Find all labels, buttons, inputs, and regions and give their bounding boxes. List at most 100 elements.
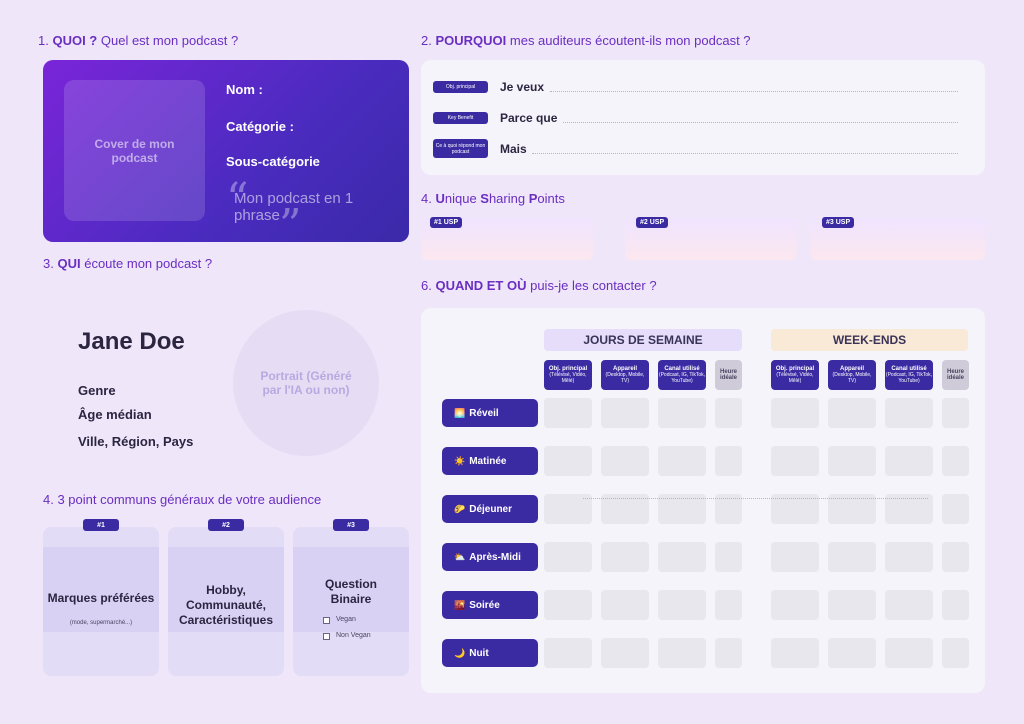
schedule-cell[interactable] <box>658 398 706 428</box>
usp-tag-2: #2 USP <box>636 217 669 228</box>
row-label-text: Matinée <box>469 455 507 467</box>
schedule-cell[interactable] <box>771 590 819 620</box>
common-point-tag-2: #2 <box>208 519 244 531</box>
schedule-cell[interactable] <box>771 638 819 668</box>
weekend-col-head-4: Heure idéale <box>942 360 969 390</box>
row-icon: ☀️ <box>454 455 466 466</box>
row-label-4: 🌇 Soirée <box>442 591 538 619</box>
schedule-cell[interactable] <box>658 590 706 620</box>
schedule-cell[interactable] <box>601 398 649 428</box>
quote-close-icon: ” <box>279 200 302 251</box>
schedule-cell[interactable] <box>942 590 969 620</box>
schedule-cell[interactable] <box>771 542 819 572</box>
common-point-title-2: Hobby, Communauté, Caractéristiques <box>178 583 274 627</box>
why-label-parce-que: Parce que <box>500 111 558 125</box>
schedule-cell[interactable] <box>771 398 819 428</box>
weekend-header: WEEK-ENDS <box>771 329 968 351</box>
col-head-sub: (Podcast, IG, TikTok, YouTube) <box>658 372 706 384</box>
schedule-cell[interactable] <box>885 446 933 476</box>
row-label-text: Nuit <box>469 647 489 659</box>
schedule-cell[interactable] <box>601 590 649 620</box>
why-label-mais: Mais <box>500 142 527 156</box>
why-line-3[interactable] <box>532 153 958 154</box>
row-icon: 🌅 <box>454 407 466 418</box>
podcast-one-liner: Mon podcast en 1 phrase <box>234 190 354 224</box>
why-line-2[interactable] <box>563 122 958 123</box>
row-icon: ⛅ <box>454 551 466 562</box>
schedule-cell[interactable] <box>828 398 876 428</box>
section-pourquoi-heading: 2. POURQUOI mes auditeurs écoutent-ils m… <box>421 33 751 48</box>
schedule-cell[interactable] <box>942 638 969 668</box>
podcast-name-label: Nom : <box>226 82 263 97</box>
schedule-cell[interactable] <box>658 542 706 572</box>
schedule-cell[interactable] <box>658 446 706 476</box>
schedule-cell[interactable] <box>658 638 706 668</box>
common-point-tag-3: #3 <box>333 519 369 531</box>
persona-location: Ville, Région, Pays <box>78 434 194 449</box>
schedule-cell[interactable] <box>828 638 876 668</box>
weekend-col-head-3: Canal utilisé (Podcast, IG, TikTok, YouTu… <box>885 360 933 390</box>
schedule-cell[interactable] <box>828 590 876 620</box>
schedule-cell[interactable] <box>942 494 969 524</box>
portrait-placeholder[interactable]: Portrait (Généré par l'IA ou non) <box>233 310 379 456</box>
schedule-cell[interactable] <box>715 542 742 572</box>
schedule-cell[interactable] <box>544 542 592 572</box>
weekday-col-head-1: Obj. principal (Télévisé, Vidéo, Mêlé) <box>544 360 592 390</box>
weekday-col-head-4: Heure idéale <box>715 360 742 390</box>
col-head-sub: (Télévisé, Vidéo, Mêlé) <box>549 372 587 384</box>
schedule-cell[interactable] <box>828 542 876 572</box>
weekend-col-head-2: Appareil (Desktop, Mobile, TV) <box>828 360 876 390</box>
schedule-cell[interactable] <box>715 446 742 476</box>
common-point-title-3: Question Binaire <box>324 577 377 606</box>
usp-tag-1: #1 USP <box>430 217 463 228</box>
common-point-title-1: Marques préférées <box>47 591 155 605</box>
schedule-cell[interactable] <box>544 446 592 476</box>
why-tag-objective: Obj. principal <box>433 81 488 93</box>
cover-placeholder[interactable]: Cover de mon podcast <box>64 80 205 221</box>
lunch-dotted-line <box>583 498 928 499</box>
row-label-0: 🌅 Réveil <box>442 399 538 427</box>
row-label-1: ☀️ Matinée <box>442 447 538 475</box>
persona-genre: Genre <box>78 383 116 398</box>
schedule-cell[interactable] <box>885 398 933 428</box>
schedule-cell[interactable] <box>885 638 933 668</box>
section-common-points-heading: 4. 3 point communs généraux de votre aud… <box>43 492 322 507</box>
weekday-col-head-3: Canal utilisé (Podcast, IG, TikTok, YouTu… <box>658 360 706 390</box>
row-label-text: Déjeuner <box>469 503 513 515</box>
schedule-cell[interactable] <box>885 542 933 572</box>
schedule-cell[interactable] <box>601 542 649 572</box>
schedule-cell[interactable] <box>828 446 876 476</box>
row-label-3: ⛅ Après-Midi <box>442 543 538 571</box>
schedule-cell[interactable] <box>601 446 649 476</box>
schedule-cell[interactable] <box>942 398 969 428</box>
schedule-cell[interactable] <box>715 590 742 620</box>
schedule-cell[interactable] <box>942 446 969 476</box>
weekday-header: JOURS DE SEMAINE <box>544 329 742 351</box>
section-quand-heading: 6. QUAND ET OÙ puis-je les contacter ? <box>421 278 657 293</box>
usp-tag-3: #3 USP <box>822 217 855 228</box>
schedule-cell[interactable] <box>544 398 592 428</box>
why-tag-response: Ce à quoi répond mon podcast <box>433 139 488 158</box>
schedule-cell[interactable] <box>715 638 742 668</box>
schedule-cell[interactable] <box>885 590 933 620</box>
col-head-sub: (Podcast, IG, TikTok, YouTube) <box>885 372 933 384</box>
schedule-cell[interactable] <box>544 638 592 668</box>
schedule-cell[interactable] <box>942 542 969 572</box>
common-point-sub-1: (mode, supermarché...) <box>69 620 133 626</box>
checkbox-vegan[interactable] <box>323 617 330 624</box>
checkbox-vegan-label: Vegan <box>336 616 356 623</box>
row-label-text: Soirée <box>469 599 500 611</box>
col-head-title: Heure idéale <box>719 369 737 381</box>
schedule-cell[interactable] <box>601 638 649 668</box>
weekend-col-head-1: Obj. principal (Télévisé, Vidéo, Mêlé) <box>771 360 819 390</box>
checkbox-non-vegan[interactable] <box>323 633 330 640</box>
persona-age: Âge médian <box>78 407 152 422</box>
schedule-cell[interactable] <box>715 398 742 428</box>
row-label-2: 🌮 Déjeuner <box>442 495 538 523</box>
schedule-cell[interactable] <box>544 590 592 620</box>
persona-name: Jane Doe <box>78 328 185 355</box>
schedule-cell[interactable] <box>771 446 819 476</box>
why-line-1[interactable] <box>550 91 958 92</box>
row-label-text: Après-Midi <box>469 551 521 563</box>
section-quoi-heading: 1. QUOI ? Quel est mon podcast ? <box>38 33 239 48</box>
